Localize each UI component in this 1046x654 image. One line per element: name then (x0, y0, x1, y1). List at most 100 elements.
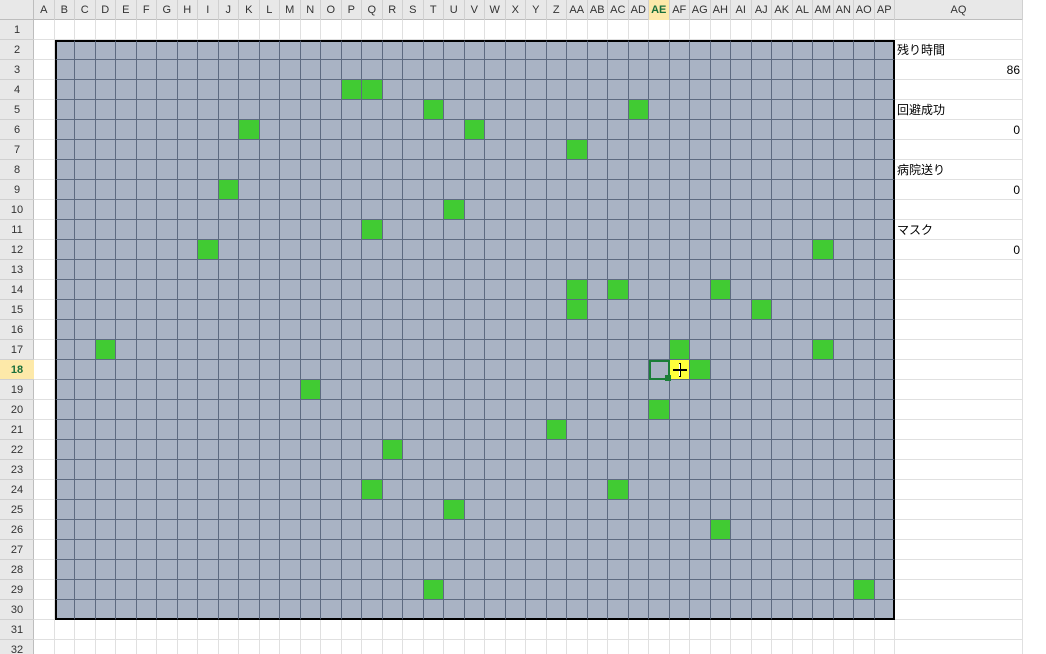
board-cell[interactable] (383, 280, 404, 300)
board-cell[interactable] (219, 80, 240, 100)
board-cell[interactable] (321, 540, 342, 560)
board-cell[interactable] (670, 340, 691, 360)
board-cell[interactable] (547, 460, 568, 480)
board-cell[interactable] (342, 180, 363, 200)
board-cell[interactable] (444, 260, 465, 280)
board-cell[interactable] (96, 240, 117, 260)
cell[interactable] (280, 620, 301, 640)
board-cell[interactable] (506, 560, 527, 580)
board-cell[interactable] (362, 280, 383, 300)
cell[interactable] (690, 20, 711, 40)
cell[interactable] (219, 620, 240, 640)
board-cell[interactable] (526, 60, 547, 80)
board-cell[interactable] (506, 400, 527, 420)
board-cell[interactable] (219, 440, 240, 460)
board-cell[interactable] (485, 440, 506, 460)
column-header-A[interactable]: A (34, 0, 55, 20)
board-cell[interactable] (424, 360, 445, 380)
cell[interactable] (506, 20, 527, 40)
board-cell[interactable] (854, 440, 875, 460)
board-cell[interactable] (137, 240, 158, 260)
board-cell[interactable] (670, 520, 691, 540)
board-cell[interactable] (772, 340, 793, 360)
board-cell[interactable] (608, 120, 629, 140)
board-cell[interactable] (157, 240, 178, 260)
board-cell[interactable] (629, 260, 650, 280)
cell[interactable] (34, 460, 55, 480)
cell[interactable] (895, 20, 1023, 40)
row-header-14[interactable]: 14 (0, 280, 34, 300)
cell[interactable] (506, 620, 527, 640)
board-cell[interactable] (813, 40, 834, 60)
board-cell[interactable] (690, 60, 711, 80)
board-cell[interactable] (670, 560, 691, 580)
board-cell[interactable] (875, 240, 896, 260)
board-cell[interactable] (649, 420, 670, 440)
board-cell[interactable] (465, 220, 486, 240)
board-cell[interactable] (198, 180, 219, 200)
cell[interactable] (424, 640, 445, 654)
board-cell[interactable] (547, 440, 568, 460)
board-cell[interactable] (178, 180, 199, 200)
board-cell[interactable] (137, 360, 158, 380)
board-cell[interactable] (321, 580, 342, 600)
column-header-AG[interactable]: AG (690, 0, 711, 20)
cell[interactable] (260, 620, 281, 640)
board-cell[interactable] (383, 480, 404, 500)
board-cell[interactable] (690, 180, 711, 200)
board-cell[interactable] (752, 380, 773, 400)
cell[interactable] (157, 640, 178, 654)
board-cell[interactable] (752, 540, 773, 560)
board-cell[interactable] (260, 600, 281, 620)
board-cell[interactable] (567, 360, 588, 380)
board-cell[interactable] (198, 360, 219, 380)
board-cell[interactable] (608, 560, 629, 580)
board-cell[interactable] (793, 120, 814, 140)
board-cell[interactable] (403, 340, 424, 360)
board-cell[interactable] (813, 320, 834, 340)
board-cell[interactable] (772, 60, 793, 80)
board-cell[interactable] (75, 180, 96, 200)
board-cell[interactable] (526, 200, 547, 220)
board-cell[interactable] (834, 120, 855, 140)
board-cell[interactable] (362, 320, 383, 340)
board-cell[interactable] (629, 60, 650, 80)
board-cell[interactable] (608, 320, 629, 340)
board-cell[interactable] (526, 400, 547, 420)
board-cell[interactable] (670, 160, 691, 180)
cell[interactable] (834, 20, 855, 40)
cell[interactable] (670, 640, 691, 654)
board-cell[interactable] (731, 100, 752, 120)
cell[interactable] (55, 620, 76, 640)
board-cell[interactable] (383, 160, 404, 180)
board-cell[interactable] (506, 40, 527, 60)
board-cell[interactable] (567, 180, 588, 200)
cell[interactable] (895, 460, 1023, 480)
board-cell[interactable] (280, 320, 301, 340)
row-header-6[interactable]: 6 (0, 120, 34, 140)
row-header-28[interactable]: 28 (0, 560, 34, 580)
board-cell[interactable] (690, 300, 711, 320)
board-cell[interactable] (711, 400, 732, 420)
board-cell[interactable] (198, 220, 219, 240)
board-cell[interactable] (424, 240, 445, 260)
board-cell[interactable] (670, 500, 691, 520)
board-cell[interactable] (875, 160, 896, 180)
board-cell[interactable] (772, 520, 793, 540)
board-cell[interactable] (137, 480, 158, 500)
board-cell[interactable] (280, 380, 301, 400)
board-cell[interactable] (260, 80, 281, 100)
board-cell[interactable] (547, 340, 568, 360)
board-cell[interactable] (711, 500, 732, 520)
board-cell[interactable] (629, 360, 650, 380)
board-cell[interactable] (239, 160, 260, 180)
board-cell[interactable] (321, 320, 342, 340)
board-cell[interactable] (403, 80, 424, 100)
board-cell[interactable] (465, 420, 486, 440)
board-cell[interactable] (260, 440, 281, 460)
board-cell[interactable] (526, 80, 547, 100)
row-header-8[interactable]: 8 (0, 160, 34, 180)
board-cell[interactable] (649, 220, 670, 240)
board-cell[interactable] (608, 280, 629, 300)
board-cell[interactable] (567, 540, 588, 560)
